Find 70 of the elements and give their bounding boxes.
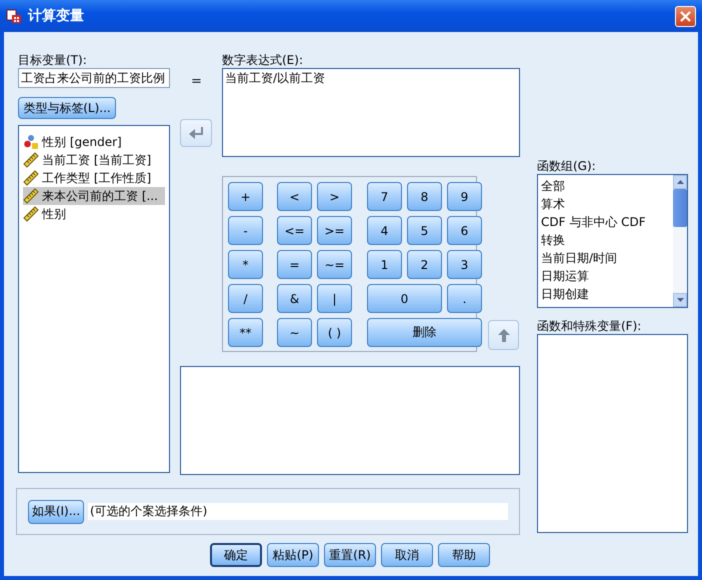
move-left-button[interactable]: [180, 119, 212, 147]
condition-field: (可选的个案选择条件): [88, 503, 508, 520]
keypad-key[interactable]: 4: [367, 216, 402, 245]
keypad-key[interactable]: ~=: [317, 250, 352, 279]
function-group-item[interactable]: 全部: [541, 177, 670, 195]
keypad-key[interactable]: 7: [367, 182, 402, 211]
scroll-up-icon: [676, 180, 684, 184]
keypad-key[interactable]: +: [228, 182, 263, 211]
ruler-icon: [23, 188, 39, 204]
dialog-button[interactable]: 帮助: [438, 543, 490, 567]
keypad-key[interactable]: <=: [277, 216, 312, 245]
dialog-button[interactable]: 确定: [210, 543, 262, 567]
dialog-button[interactable]: 重置(R): [324, 543, 376, 567]
function-group-item[interactable]: 当前日期/时间: [541, 249, 670, 267]
target-field[interactable]: 工资占来公司前的工资比例: [18, 68, 170, 88]
keypad-key[interactable]: 9: [447, 182, 482, 211]
keypad-key[interactable]: *: [228, 250, 263, 279]
expression-label: 数字表达式(E):: [222, 52, 303, 68]
keypad-key[interactable]: 0: [367, 284, 442, 313]
keypad-key[interactable]: 2: [407, 250, 442, 279]
arrow-up-icon: [498, 328, 510, 342]
function-group-item[interactable]: 日期创建: [541, 285, 670, 303]
app-icon: [6, 8, 22, 24]
keypad-key[interactable]: -: [228, 216, 263, 245]
keypad-key[interactable]: **: [228, 318, 263, 347]
close-icon: [680, 10, 691, 22]
keypad-key[interactable]: >: [317, 182, 352, 211]
keypad-key[interactable]: =: [277, 250, 312, 279]
window-title: 计算变量: [28, 7, 85, 25]
functions-label: 函数和特殊变量(F):: [537, 318, 642, 334]
keypad-key[interactable]: 6: [447, 216, 482, 245]
dialog-button[interactable]: 取消: [381, 543, 433, 567]
close-button[interactable]: [675, 6, 696, 26]
nominal-icon: [23, 134, 39, 150]
function-group-item[interactable]: 转换: [541, 231, 670, 249]
if-button[interactable]: 如果(I)...: [28, 500, 84, 524]
keypad-key[interactable]: /: [228, 284, 263, 313]
expression-field[interactable]: 当前工资/以前工资: [222, 68, 520, 157]
function-group-item[interactable]: 日期运算: [541, 267, 670, 285]
type-label-button[interactable]: 类型与标签(L)...: [18, 97, 116, 119]
keypad-key[interactable]: 5: [407, 216, 442, 245]
keypad-key[interactable]: ~: [277, 318, 312, 347]
variable-item[interactable]: 来本公司前的工资 [...: [23, 187, 165, 205]
ruler-icon: [23, 152, 39, 168]
function-group-label: 函数组(G):: [537, 158, 596, 174]
keypad-key[interactable]: 删除: [367, 318, 482, 347]
function-group-item[interactable]: 算术: [541, 195, 670, 213]
target-label: 目标变量(T):: [18, 52, 87, 68]
variable-item[interactable]: 性别: [23, 205, 165, 223]
scrollbar[interactable]: [673, 175, 687, 307]
equals-sign: =: [191, 74, 202, 89]
function-group-item[interactable]: CDF 与非中心 CDF: [541, 213, 670, 231]
dialog-button[interactable]: 粘贴(P): [267, 543, 319, 567]
move-up-button[interactable]: [488, 320, 519, 350]
keypad-key[interactable]: &: [277, 284, 312, 313]
variable-item[interactable]: 工作类型 [工作性质]: [23, 169, 165, 187]
keypad-key[interactable]: .: [447, 284, 482, 313]
keypad-key[interactable]: >=: [317, 216, 352, 245]
keypad-key[interactable]: |: [317, 284, 352, 313]
keypad-key[interactable]: ( ): [317, 318, 352, 347]
variable-item[interactable]: 当前工资 [当前工资]: [23, 151, 165, 169]
keypad-key[interactable]: 3: [447, 250, 482, 279]
ruler-icon: [23, 170, 39, 186]
keypad-key[interactable]: 8: [407, 182, 442, 211]
keypad-key[interactable]: <: [277, 182, 312, 211]
arrow-left-icon: [189, 127, 203, 139]
keypad-key[interactable]: 1: [367, 250, 402, 279]
variable-item[interactable]: 性别 [gender]: [23, 133, 165, 151]
ruler-icon: [23, 206, 39, 222]
scroll-down-icon: [676, 298, 684, 302]
